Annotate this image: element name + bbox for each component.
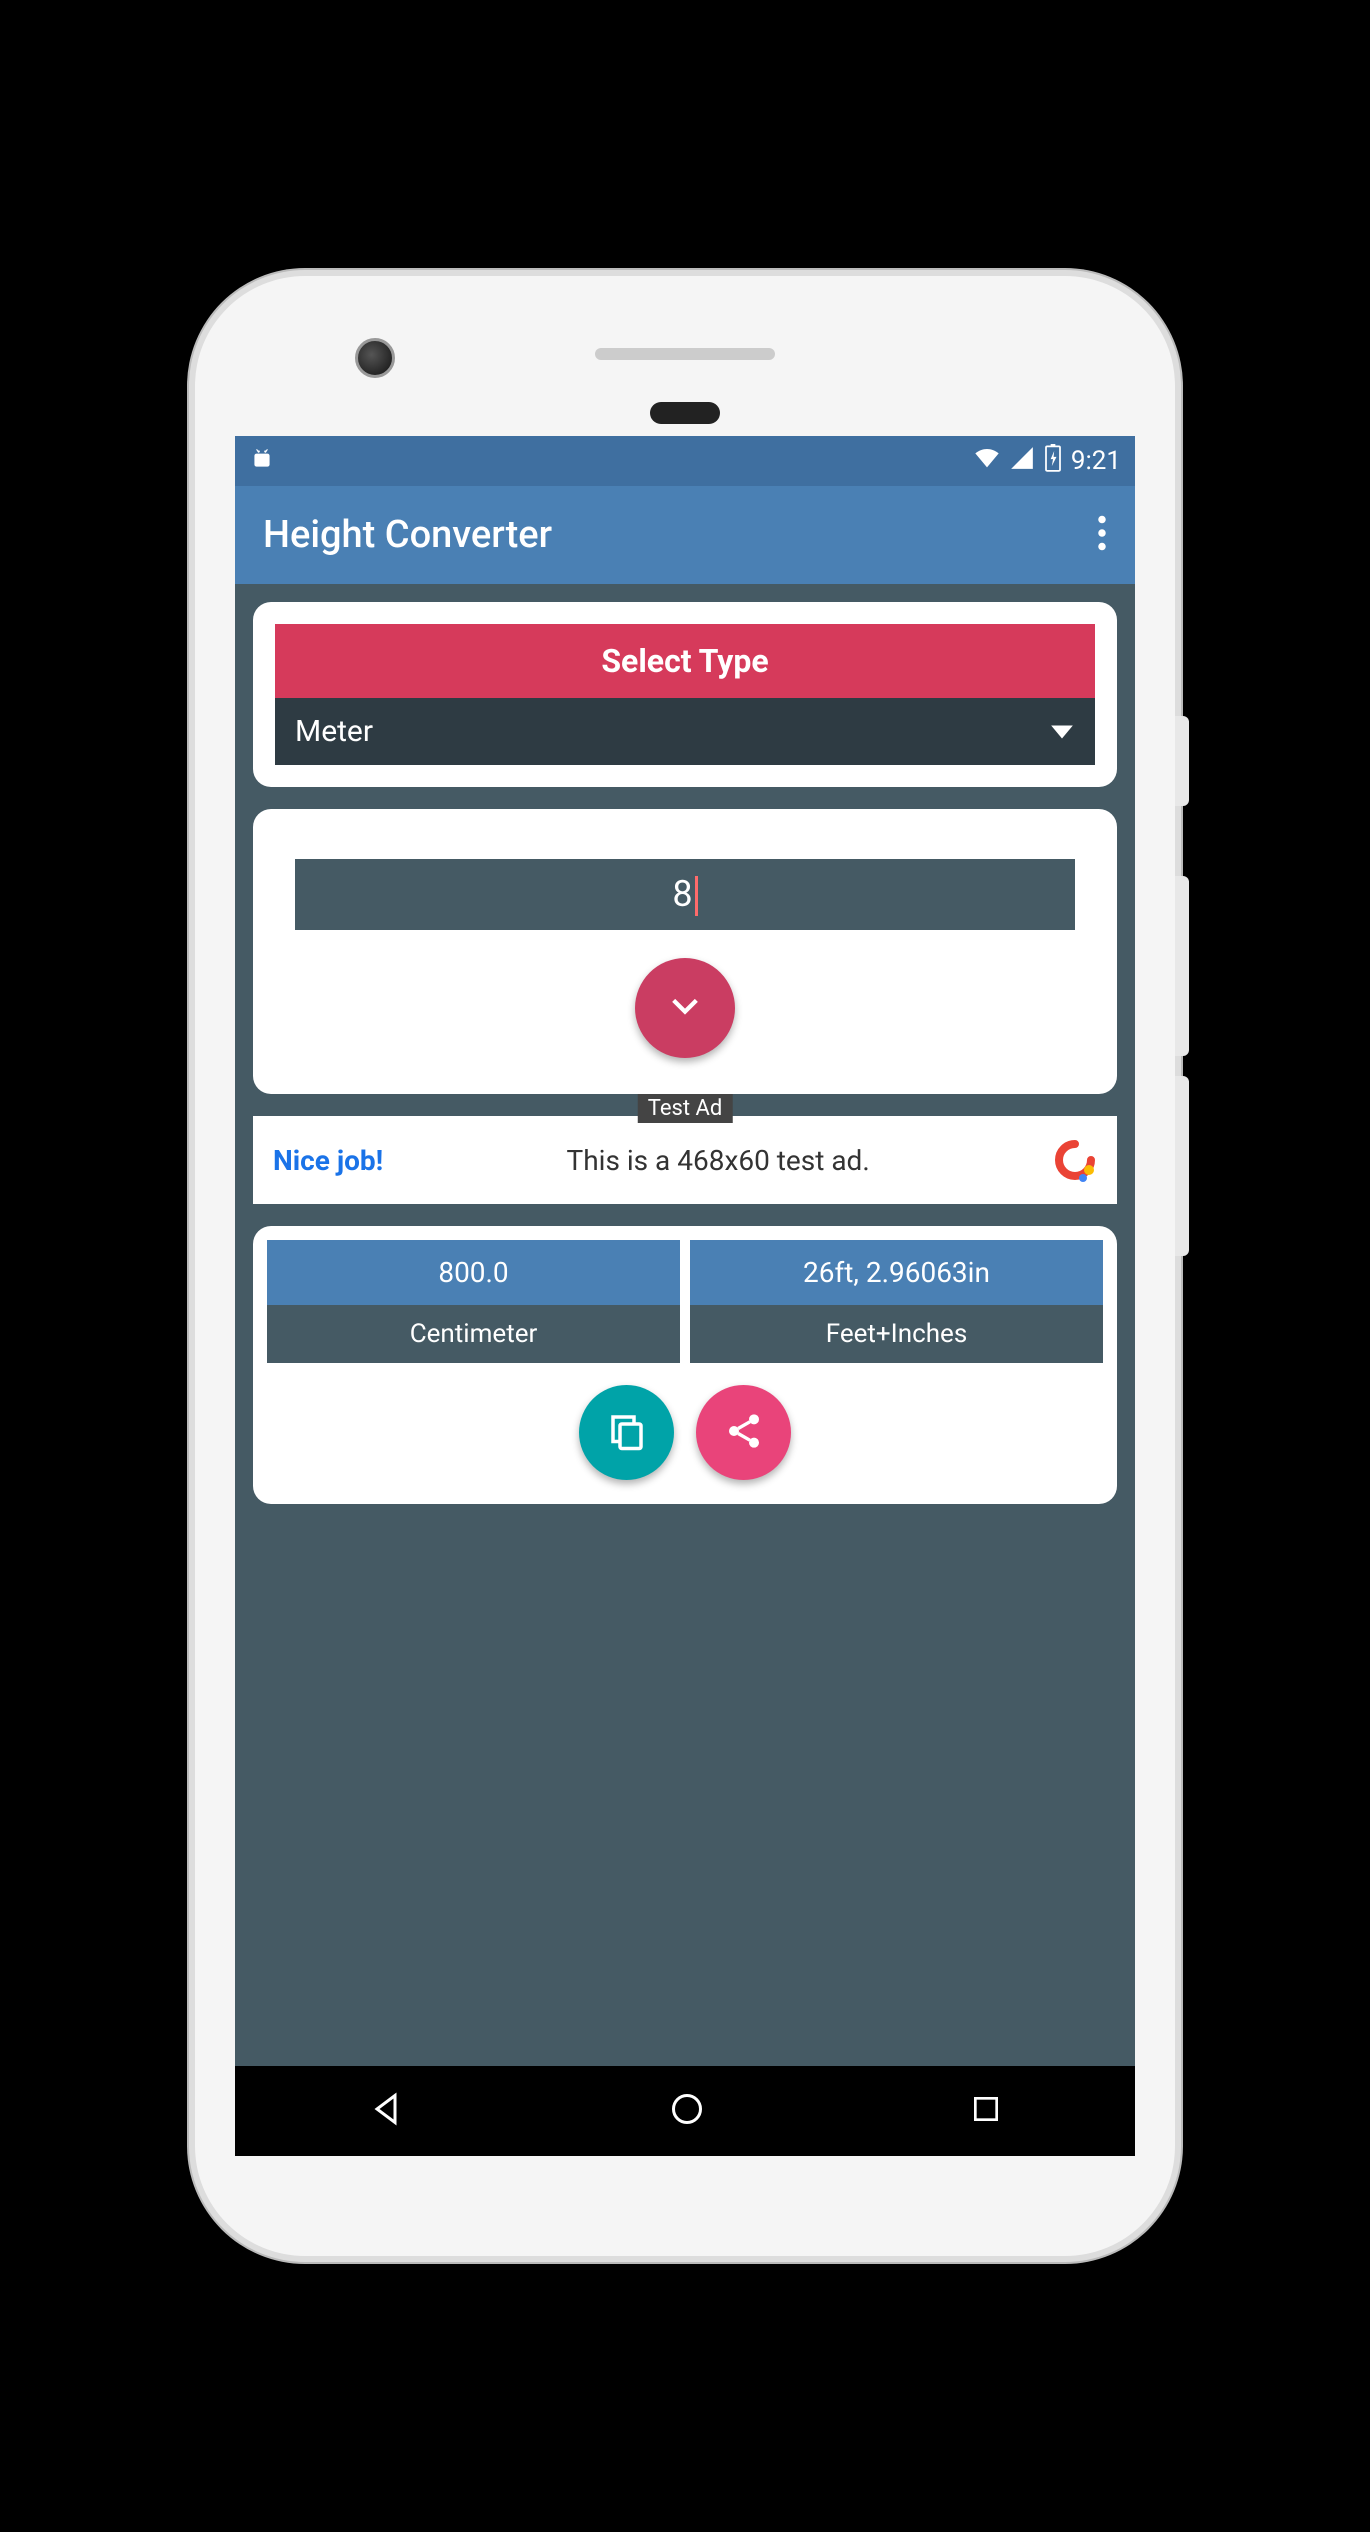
ad-banner[interactable]: Test Ad Nice job! This is a 468x60 test …	[253, 1116, 1117, 1204]
share-button[interactable]	[696, 1385, 791, 1480]
app-bar: Height Converter	[235, 486, 1135, 584]
sensor-slot	[650, 402, 720, 424]
text-cursor	[695, 876, 698, 916]
signal-icon	[1009, 445, 1035, 478]
result-column: 800.0 Centimeter	[267, 1240, 680, 1363]
ad-tag: Test Ad	[638, 1094, 733, 1123]
screen: 9:21 Height Converter Select Type Meter	[235, 436, 1135, 2156]
admob-logo-icon	[1053, 1138, 1097, 1182]
main-content: Select Type Meter 8	[235, 584, 1135, 2066]
camera-dot	[355, 338, 395, 378]
battery-icon	[1043, 444, 1063, 479]
wifi-icon	[973, 444, 1001, 479]
phone-frame: 9:21 Height Converter Select Type Meter	[195, 276, 1175, 2256]
side-button	[1175, 1076, 1189, 1256]
copy-icon	[606, 1410, 648, 1456]
nav-bar	[235, 2066, 1135, 2156]
dropdown-arrow-icon	[1049, 714, 1075, 749]
results-card: 800.0 Centimeter 26ft, 2.96063in Feet+In…	[253, 1226, 1117, 1504]
back-button[interactable]	[368, 2091, 404, 2131]
unit-dropdown[interactable]: Meter	[275, 698, 1095, 765]
convert-button[interactable]	[635, 958, 735, 1058]
android-icon	[249, 445, 275, 478]
status-bar: 9:21	[235, 436, 1135, 486]
select-type-card: Select Type Meter	[253, 602, 1117, 787]
result-value: 26ft, 2.96063in	[690, 1240, 1103, 1305]
result-column: 26ft, 2.96063in Feet+Inches	[690, 1240, 1103, 1363]
side-button	[1175, 876, 1189, 1056]
ad-text: This is a 468x60 test ad.	[383, 1144, 1053, 1177]
chevron-down-icon	[668, 994, 702, 1022]
dropdown-value: Meter	[295, 714, 373, 749]
value-input[interactable]: 8	[295, 859, 1075, 930]
select-type-header: Select Type	[275, 624, 1095, 698]
status-time: 9:21	[1071, 446, 1121, 476]
result-value: 800.0	[267, 1240, 680, 1305]
home-button[interactable]	[669, 2091, 705, 2131]
side-button	[1175, 716, 1189, 806]
result-label: Centimeter	[267, 1305, 680, 1363]
ad-headline: Nice job!	[273, 1144, 383, 1177]
speaker-slot	[595, 348, 775, 360]
overflow-menu-icon[interactable]	[1097, 515, 1107, 555]
result-label: Feet+Inches	[690, 1305, 1103, 1363]
input-value: 8	[672, 873, 692, 915]
app-title: Height Converter	[263, 513, 552, 557]
copy-button[interactable]	[579, 1385, 674, 1480]
share-icon	[724, 1411, 764, 1455]
recent-apps-button[interactable]	[970, 2093, 1002, 2129]
input-card: 8	[253, 809, 1117, 1094]
